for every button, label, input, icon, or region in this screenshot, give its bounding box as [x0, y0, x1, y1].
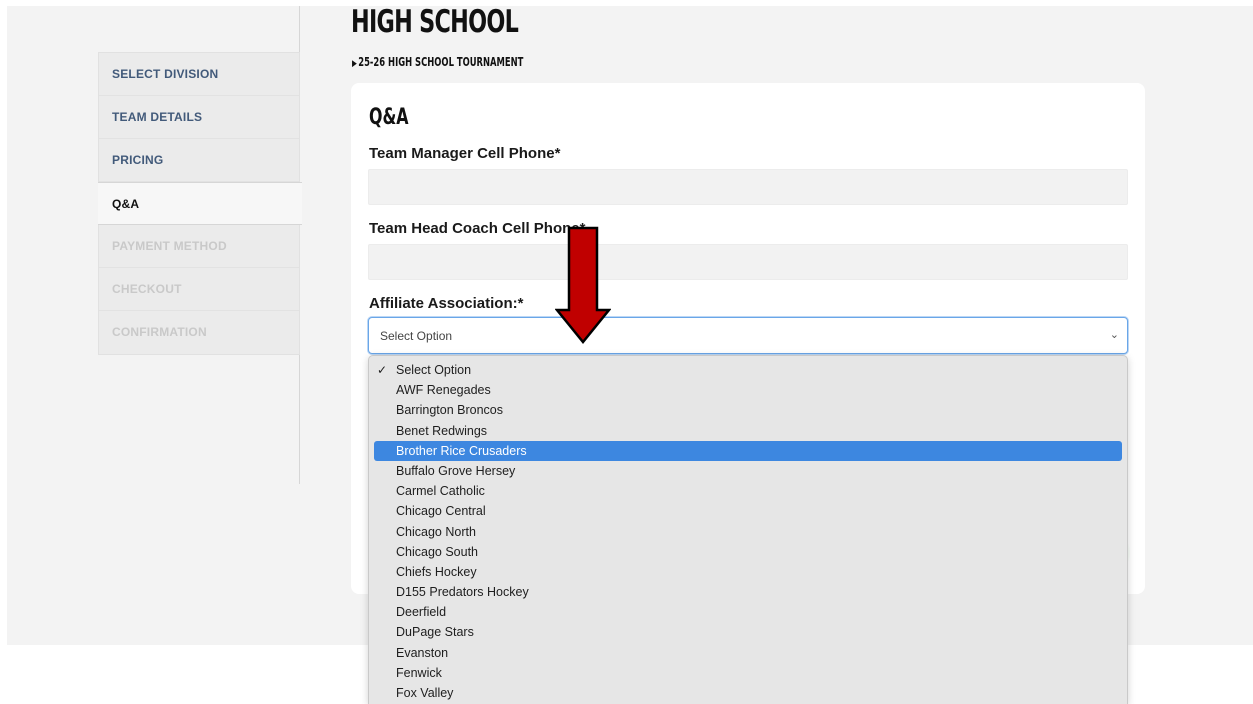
checkmark-icon: ✓	[377, 363, 388, 377]
dropdown-option[interactable]: DuPage Stars	[374, 622, 1122, 642]
dropdown-option[interactable]: Chicago South	[374, 542, 1122, 562]
dropdown-option[interactable]: AWF Renegades	[374, 380, 1122, 400]
dropdown-option[interactable]: Fenwick	[374, 663, 1122, 683]
dropdown-option[interactable]: Deerfield	[374, 602, 1122, 622]
affiliate-dropdown-list: ✓ Select Option AWF Renegades Barrington …	[368, 355, 1128, 704]
dropdown-option-highlighted[interactable]: Brother Rice Crusaders	[374, 440, 1122, 461]
manager-phone-input[interactable]	[368, 169, 1128, 205]
step-payment-method: PAYMENT METHOD	[99, 225, 299, 268]
step-confirmation: CONFIRMATION	[112, 325, 207, 339]
step-checkout: CHECKOUT	[99, 268, 299, 311]
affiliate-label: Affiliate Association:*	[369, 295, 524, 312]
dropdown-option[interactable]: Buffalo Grove Hersey	[374, 461, 1122, 481]
step-team-details[interactable]: TEAM DETAILS	[99, 96, 299, 139]
dropdown-option[interactable]: Barrington Broncos	[374, 400, 1122, 420]
chevron-down-icon: ⌄	[1109, 329, 1119, 341]
coach-phone-label: Team Head Coach Cell Phone*	[369, 220, 586, 237]
step-qa[interactable]: Q&A	[98, 182, 302, 225]
dropdown-option[interactable]: Chicago Central	[374, 501, 1122, 521]
affiliate-select[interactable]: Select Option ⌄	[368, 317, 1128, 354]
dropdown-option[interactable]: ✓ Select Option	[374, 360, 1122, 380]
dropdown-option[interactable]: Fox Valley	[374, 683, 1122, 703]
breadcrumb-label: 25-26 HIGH SCHOOL TOURNAMENT	[358, 55, 524, 69]
registration-steps: SELECT DIVISION TEAM DETAILS PRICING Q&A…	[98, 52, 302, 355]
step-pricing[interactable]: PRICING	[99, 139, 299, 182]
dropdown-option[interactable]: Evanston	[374, 643, 1122, 663]
manager-phone-label: Team Manager Cell Phone*	[369, 145, 561, 162]
coach-phone-input[interactable]	[368, 244, 1128, 280]
breadcrumb[interactable]: ▶25-26 HIGH SCHOOL TOURNAMENT	[352, 55, 523, 69]
page-title: HIGH SCHOOL	[351, 4, 519, 40]
dropdown-option[interactable]: Chicago North	[374, 522, 1122, 542]
dropdown-option[interactable]: Benet Redwings	[374, 421, 1122, 441]
affiliate-select-value: Select Option	[380, 329, 453, 343]
dropdown-option[interactable]: Chiefs Hockey	[374, 562, 1122, 582]
red-down-arrow-icon	[555, 226, 611, 344]
step-select-division[interactable]: SELECT DIVISION	[99, 53, 299, 96]
dropdown-option[interactable]: D155 Predators Hockey	[374, 582, 1122, 602]
section-title: Q&A	[369, 105, 409, 130]
triangle-right-icon: ▶	[352, 59, 357, 69]
dropdown-option[interactable]: Carmel Catholic	[374, 481, 1122, 501]
